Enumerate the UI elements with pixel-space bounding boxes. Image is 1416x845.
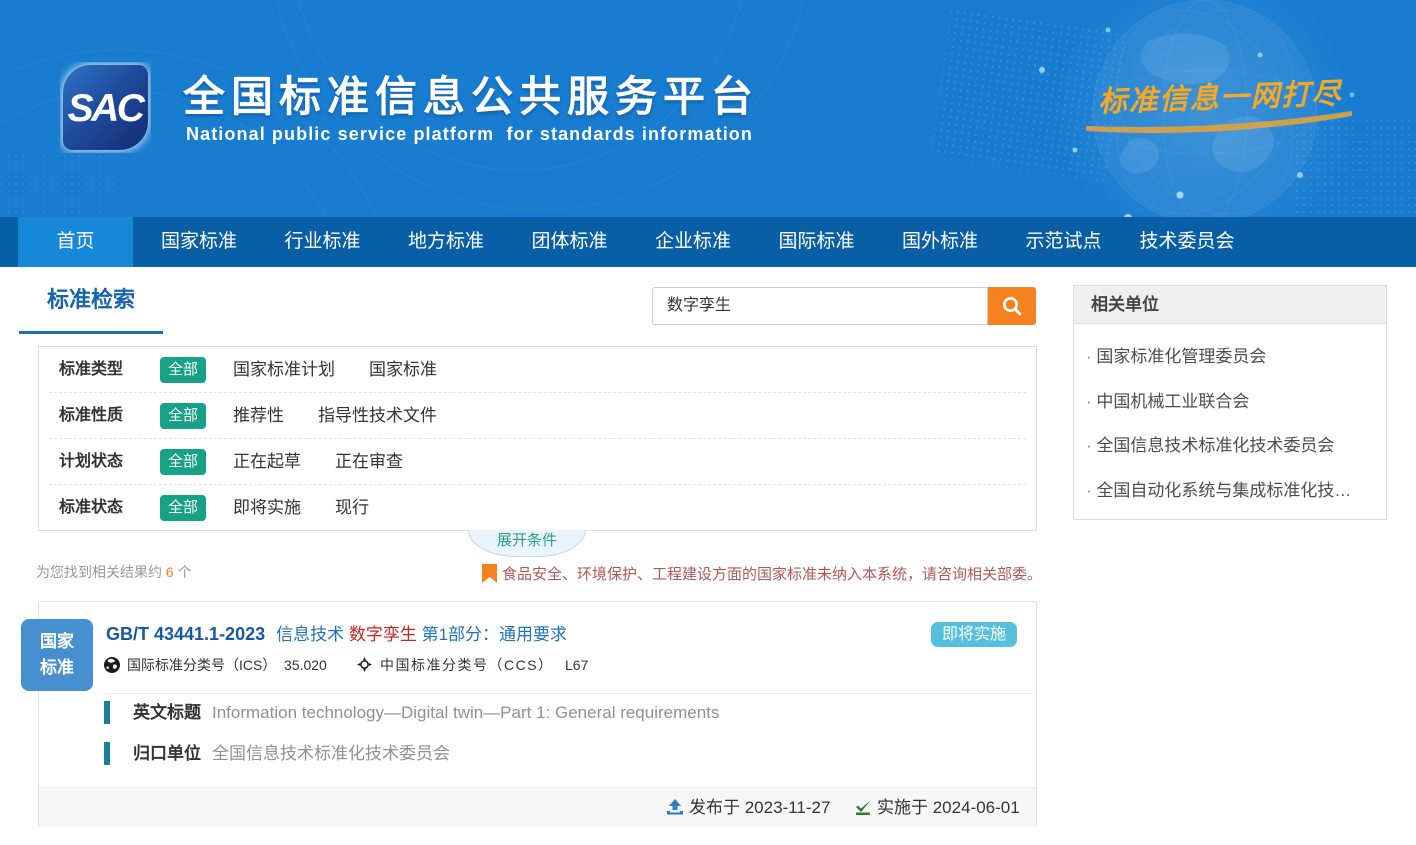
svg-text:SAC: SAC (68, 87, 146, 130)
